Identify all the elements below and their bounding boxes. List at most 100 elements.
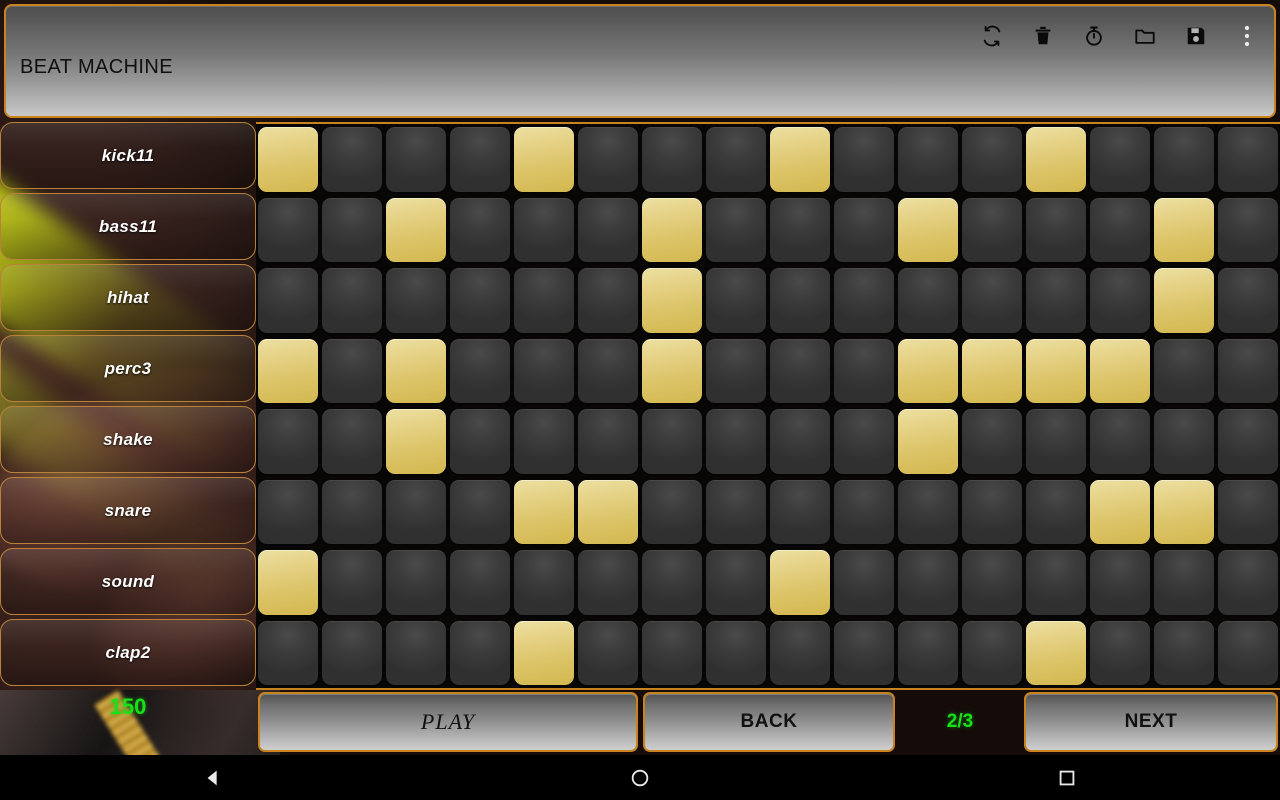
step-cell-sound-7[interactable]: [642, 550, 702, 615]
step-cell-hihat-8[interactable]: [706, 268, 766, 333]
step-cell-perc3-11[interactable]: [898, 338, 958, 403]
step-cell-perc3-14[interactable]: [1090, 338, 1150, 403]
step-cell-sound-16[interactable]: [1218, 550, 1278, 615]
step-cell-shake-6[interactable]: [578, 409, 638, 474]
nav-recents-icon[interactable]: [1007, 755, 1127, 800]
step-cell-sound-1[interactable]: [258, 550, 318, 615]
step-cell-bass11-1[interactable]: [258, 197, 318, 262]
back-button[interactable]: BACK: [643, 692, 895, 752]
step-cell-bass11-5[interactable]: [514, 197, 574, 262]
step-cell-bass11-4[interactable]: [450, 197, 510, 262]
step-cell-clap2-9[interactable]: [770, 620, 830, 685]
step-cell-clap2-3[interactable]: [386, 620, 446, 685]
step-cell-kick11-14[interactable]: [1090, 127, 1150, 192]
step-cell-clap2-6[interactable]: [578, 620, 638, 685]
timer-icon[interactable]: [1081, 22, 1107, 50]
step-cell-bass11-10[interactable]: [834, 197, 894, 262]
step-cell-snare-1[interactable]: [258, 479, 318, 544]
track-button-shake[interactable]: shake: [0, 406, 256, 473]
nav-back-icon[interactable]: [153, 755, 273, 800]
step-cell-bass11-12[interactable]: [962, 197, 1022, 262]
step-cell-sound-5[interactable]: [514, 550, 574, 615]
step-cell-sound-3[interactable]: [386, 550, 446, 615]
step-cell-snare-9[interactable]: [770, 479, 830, 544]
step-cell-shake-15[interactable]: [1154, 409, 1214, 474]
step-cell-bass11-13[interactable]: [1026, 197, 1086, 262]
track-button-bass11[interactable]: bass11: [0, 193, 256, 260]
step-cell-sound-6[interactable]: [578, 550, 638, 615]
step-cell-kick11-15[interactable]: [1154, 127, 1214, 192]
step-cell-sound-10[interactable]: [834, 550, 894, 615]
step-cell-clap2-16[interactable]: [1218, 620, 1278, 685]
step-cell-snare-4[interactable]: [450, 479, 510, 544]
step-cell-shake-14[interactable]: [1090, 409, 1150, 474]
step-cell-snare-3[interactable]: [386, 479, 446, 544]
step-cell-shake-1[interactable]: [258, 409, 318, 474]
step-cell-bass11-3[interactable]: [386, 197, 446, 262]
refresh-icon[interactable]: [979, 22, 1005, 50]
step-cell-clap2-12[interactable]: [962, 620, 1022, 685]
step-cell-snare-2[interactable]: [322, 479, 382, 544]
step-cell-hihat-9[interactable]: [770, 268, 830, 333]
step-cell-perc3-3[interactable]: [386, 338, 446, 403]
step-cell-hihat-1[interactable]: [258, 268, 318, 333]
step-cell-perc3-4[interactable]: [450, 338, 510, 403]
step-cell-hihat-3[interactable]: [386, 268, 446, 333]
nav-home-icon[interactable]: [580, 755, 700, 800]
step-cell-kick11-11[interactable]: [898, 127, 958, 192]
step-cell-kick11-13[interactable]: [1026, 127, 1086, 192]
step-cell-clap2-7[interactable]: [642, 620, 702, 685]
step-cell-snare-14[interactable]: [1090, 479, 1150, 544]
step-cell-shake-16[interactable]: [1218, 409, 1278, 474]
track-button-snare[interactable]: snare: [0, 477, 256, 544]
step-cell-clap2-4[interactable]: [450, 620, 510, 685]
step-cell-hihat-16[interactable]: [1218, 268, 1278, 333]
next-button[interactable]: NEXT: [1024, 692, 1278, 752]
track-button-kick11[interactable]: kick11: [0, 122, 256, 189]
step-cell-hihat-2[interactable]: [322, 268, 382, 333]
step-cell-kick11-8[interactable]: [706, 127, 766, 192]
step-cell-sound-4[interactable]: [450, 550, 510, 615]
step-cell-kick11-6[interactable]: [578, 127, 638, 192]
step-cell-sound-14[interactable]: [1090, 550, 1150, 615]
step-cell-shake-7[interactable]: [642, 409, 702, 474]
step-cell-snare-11[interactable]: [898, 479, 958, 544]
step-cell-bass11-7[interactable]: [642, 197, 702, 262]
step-cell-perc3-13[interactable]: [1026, 338, 1086, 403]
step-cell-kick11-4[interactable]: [450, 127, 510, 192]
step-cell-sound-11[interactable]: [898, 550, 958, 615]
step-cell-perc3-2[interactable]: [322, 338, 382, 403]
step-cell-bass11-11[interactable]: [898, 197, 958, 262]
step-cell-kick11-16[interactable]: [1218, 127, 1278, 192]
step-cell-kick11-10[interactable]: [834, 127, 894, 192]
step-cell-sound-12[interactable]: [962, 550, 1022, 615]
step-cell-shake-3[interactable]: [386, 409, 446, 474]
track-button-hihat[interactable]: hihat: [0, 264, 256, 331]
step-cell-perc3-15[interactable]: [1154, 338, 1214, 403]
step-cell-hihat-4[interactable]: [450, 268, 510, 333]
step-cell-sound-9[interactable]: [770, 550, 830, 615]
step-cell-kick11-2[interactable]: [322, 127, 382, 192]
step-cell-clap2-1[interactable]: [258, 620, 318, 685]
step-cell-perc3-10[interactable]: [834, 338, 894, 403]
step-cell-hihat-14[interactable]: [1090, 268, 1150, 333]
step-cell-sound-2[interactable]: [322, 550, 382, 615]
overflow-menu-icon[interactable]: [1234, 22, 1260, 50]
step-cell-clap2-10[interactable]: [834, 620, 894, 685]
step-cell-kick11-7[interactable]: [642, 127, 702, 192]
track-button-sound[interactable]: sound: [0, 548, 256, 615]
step-cell-shake-11[interactable]: [898, 409, 958, 474]
step-cell-shake-8[interactable]: [706, 409, 766, 474]
step-cell-clap2-15[interactable]: [1154, 620, 1214, 685]
step-cell-snare-12[interactable]: [962, 479, 1022, 544]
step-cell-snare-6[interactable]: [578, 479, 638, 544]
step-cell-sound-13[interactable]: [1026, 550, 1086, 615]
step-cell-bass11-15[interactable]: [1154, 197, 1214, 262]
play-button[interactable]: PLAY: [258, 692, 638, 752]
step-cell-bass11-6[interactable]: [578, 197, 638, 262]
save-icon[interactable]: [1183, 22, 1209, 50]
folder-icon[interactable]: [1132, 22, 1158, 50]
step-cell-kick11-9[interactable]: [770, 127, 830, 192]
step-cell-snare-15[interactable]: [1154, 479, 1214, 544]
step-cell-hihat-11[interactable]: [898, 268, 958, 333]
